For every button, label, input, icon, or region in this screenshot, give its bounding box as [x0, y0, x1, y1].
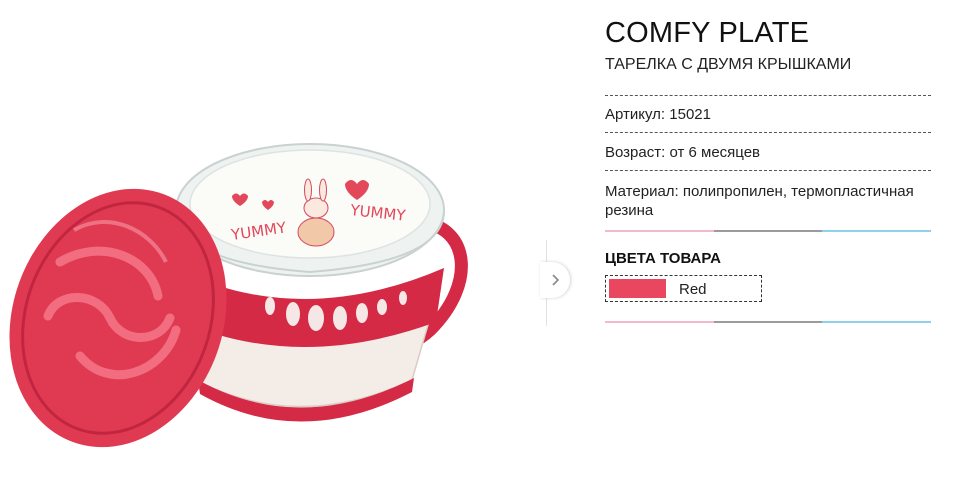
color-stripe-divider-bottom	[605, 321, 932, 323]
stripe-gray	[713, 230, 823, 232]
sku-row: Артикул: 15021	[605, 106, 711, 123]
color-option-red[interactable]: Red	[605, 275, 762, 302]
color-label: Red	[679, 281, 707, 298]
divider	[605, 170, 931, 171]
product-subtitle: ТАРЕЛКА С ДВУМЯ КРЫШКАМИ	[605, 56, 852, 73]
gallery-next-button[interactable]	[540, 262, 570, 298]
divider	[605, 95, 931, 96]
material-row: Материал: полипропилен, термопластичная …	[605, 183, 914, 219]
product-image: YUMMY YUMMY	[9, 143, 468, 448]
stripe-pink	[605, 230, 714, 232]
product-title: COMFY PLATE	[605, 17, 810, 49]
stripe-pink	[605, 321, 714, 323]
color-stripe-divider	[605, 230, 932, 232]
colors-heading: ЦВЕТА ТОВАРА	[605, 250, 721, 267]
divider	[605, 132, 931, 133]
age-row: Возраст: от 6 месяцев	[605, 144, 761, 161]
chevron-right-icon	[552, 274, 560, 286]
stripe-blue	[822, 321, 932, 323]
color-swatch	[609, 279, 666, 298]
product-image-gallery: YUMMY YUMMY	[0, 0, 548, 473]
stripe-gray	[713, 321, 823, 323]
stripe-blue	[822, 230, 932, 232]
